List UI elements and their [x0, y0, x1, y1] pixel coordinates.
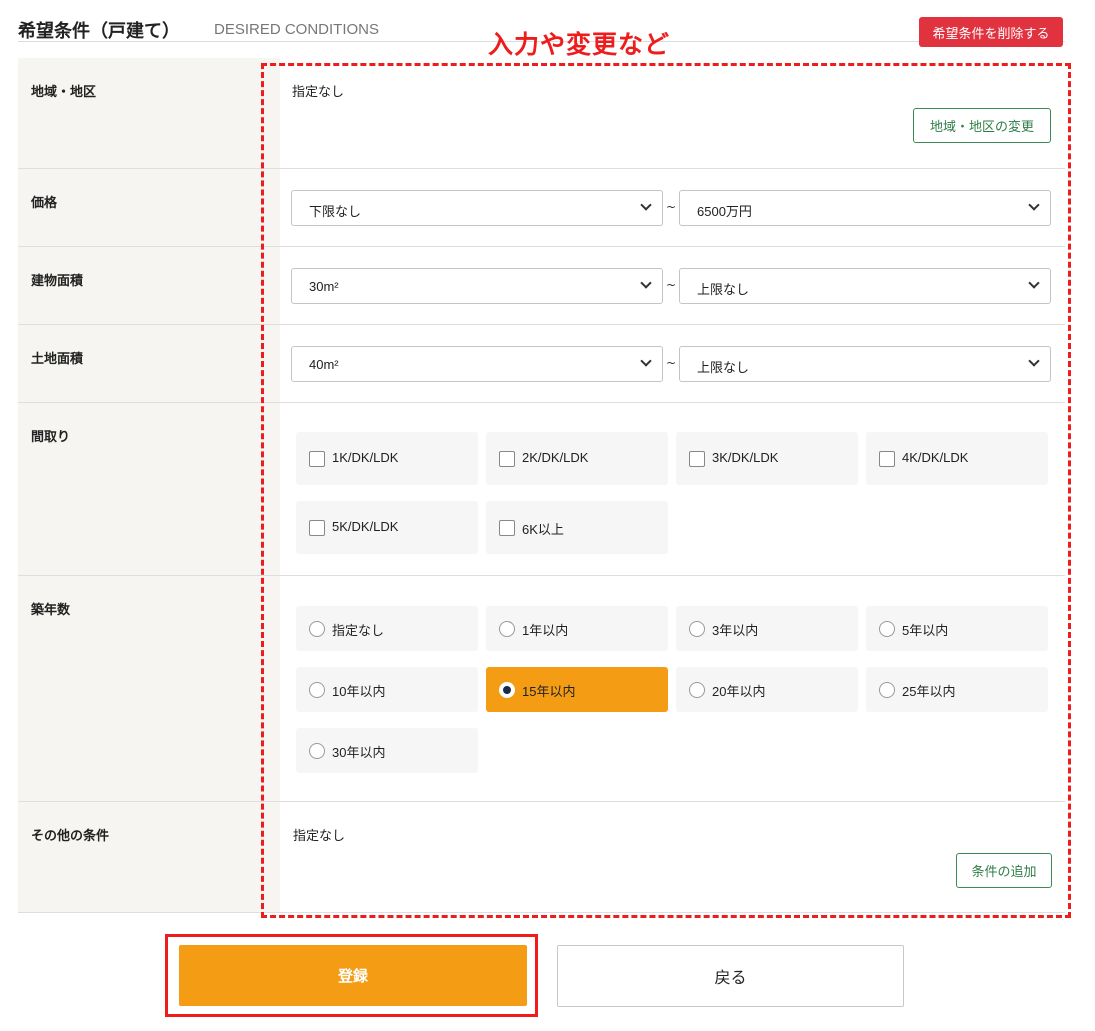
radio-button-checked[interactable]: [499, 682, 515, 698]
age-label: 築年数: [31, 603, 71, 618]
back-button[interactable]: 戻る: [557, 945, 904, 1007]
layout-label: 間取り: [31, 430, 71, 445]
range-separator: ~: [666, 200, 677, 214]
price-label: 価格: [31, 196, 58, 211]
layout-option[interactable]: 1K/DK/LDK: [296, 432, 478, 485]
layout-option[interactable]: 6K以上: [486, 501, 668, 554]
change-area-button[interactable]: 地域・地区の変更: [913, 108, 1051, 143]
chevron-down-icon: [1028, 355, 1040, 367]
checkbox[interactable]: [309, 451, 325, 467]
row-price: 価格 下限なし ~ 6500万円: [18, 169, 1065, 247]
chevron-down-icon: [1028, 277, 1040, 289]
building-area-max-select[interactable]: 上限なし: [679, 268, 1051, 304]
chevron-down-icon: [1028, 199, 1040, 211]
page-title: 希望条件（戸建て）: [18, 21, 180, 42]
radio-button[interactable]: [689, 682, 705, 698]
checkbox[interactable]: [499, 520, 515, 536]
radio-button[interactable]: [309, 621, 325, 637]
layout-option[interactable]: 5K/DK/LDK: [296, 501, 478, 554]
layout-option[interactable]: 3K/DK/LDK: [676, 432, 858, 485]
chevron-down-icon: [640, 199, 652, 211]
price-min-select[interactable]: 下限なし: [291, 190, 663, 226]
layout-option[interactable]: 4K/DK/LDK: [866, 432, 1048, 485]
radio-button[interactable]: [879, 682, 895, 698]
age-option[interactable]: 5年以内: [866, 606, 1048, 651]
radio-button[interactable]: [689, 621, 705, 637]
age-option-selected[interactable]: 15年以内: [486, 667, 668, 712]
page-subtitle: DESIRED CONDITIONS: [214, 21, 380, 38]
area-value: 指定なし: [292, 85, 345, 100]
land-area-max-select[interactable]: 上限なし: [679, 346, 1051, 382]
checkbox[interactable]: [309, 520, 325, 536]
row-layout: 間取り 1K/DK/LDK 2K/DK/LDK 3K/DK/LDK 4K/DK/…: [18, 403, 1065, 576]
checkbox[interactable]: [499, 451, 515, 467]
radio-button[interactable]: [499, 621, 515, 637]
land-area-min-select[interactable]: 40m²: [291, 346, 663, 382]
row-building-area: 建物面積 30m² ~ 上限なし: [18, 247, 1065, 325]
annotation-label: 入力や変更など: [488, 30, 671, 59]
radio-button[interactable]: [309, 682, 325, 698]
delete-conditions-button[interactable]: 希望条件を削除する: [919, 17, 1063, 47]
radio-button[interactable]: [309, 743, 325, 759]
area-label: 地域・地区: [31, 85, 97, 100]
age-option[interactable]: 10年以内: [296, 667, 478, 712]
checkbox[interactable]: [689, 451, 705, 467]
building-area-label: 建物面積: [31, 274, 84, 289]
price-max-select[interactable]: 6500万円: [679, 190, 1051, 226]
other-value: 指定なし: [293, 829, 346, 844]
conditions-form: 地域・地区 指定なし 地域・地区の変更 価格 下限なし ~ 6500万円 建物面…: [18, 58, 1065, 913]
chevron-down-icon: [640, 355, 652, 367]
row-area: 地域・地区 指定なし 地域・地区の変更: [18, 58, 1065, 169]
row-building-age: 築年数 指定なし 1年以内 3年以内 5年以内 10年以内 15年以内 20年以…: [18, 576, 1065, 802]
age-option[interactable]: 20年以内: [676, 667, 858, 712]
range-separator: ~: [666, 356, 677, 370]
land-area-label: 土地面積: [31, 352, 84, 367]
add-condition-button[interactable]: 条件の追加: [956, 853, 1052, 888]
layout-option[interactable]: 2K/DK/LDK: [486, 432, 668, 485]
age-option[interactable]: 30年以内: [296, 728, 478, 773]
submit-button[interactable]: 登録: [179, 945, 527, 1006]
age-option[interactable]: 3年以内: [676, 606, 858, 651]
radio-button[interactable]: [879, 621, 895, 637]
other-label: その他の条件: [31, 829, 110, 844]
age-option[interactable]: 1年以内: [486, 606, 668, 651]
range-separator: ~: [666, 278, 677, 292]
chevron-down-icon: [640, 277, 652, 289]
building-area-min-select[interactable]: 30m²: [291, 268, 663, 304]
row-land-area: 土地面積 40m² ~ 上限なし: [18, 325, 1065, 403]
row-other-conditions: その他の条件 指定なし 条件の追加: [18, 802, 1065, 913]
age-option[interactable]: 25年以内: [866, 667, 1048, 712]
checkbox[interactable]: [879, 451, 895, 467]
age-option[interactable]: 指定なし: [296, 606, 478, 651]
